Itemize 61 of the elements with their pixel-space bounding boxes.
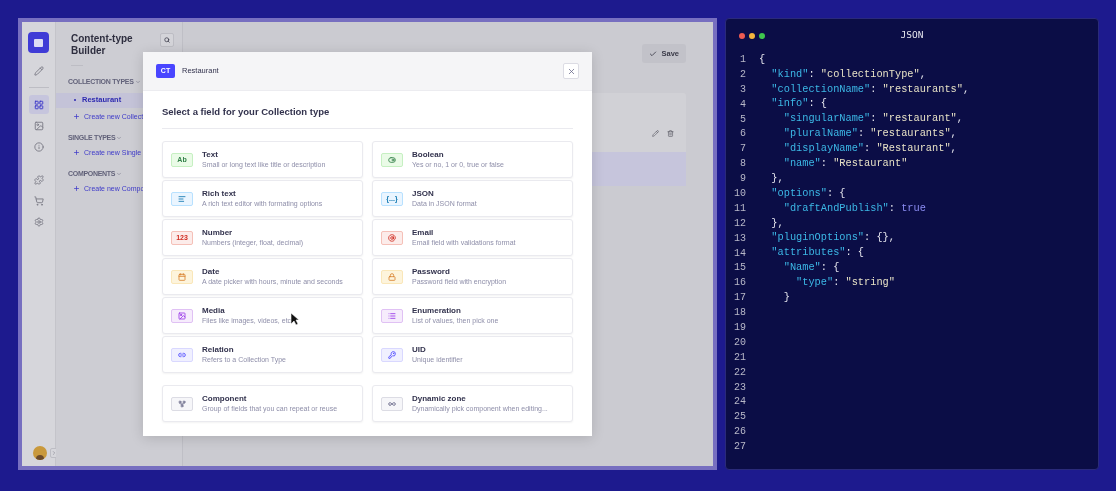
line-number: 19: [733, 321, 746, 335]
line-number: 15: [733, 261, 746, 276]
field-type-title: Text: [202, 149, 219, 160]
line-number: 8: [739, 157, 746, 172]
field-type-title: UID: [412, 344, 427, 355]
line-number: 14: [733, 246, 746, 261]
field-type-title: Email: [412, 227, 435, 238]
code-line: {: [759, 51, 766, 67]
line-number: 26: [733, 425, 746, 440]
field-type-title: Boolean: [412, 149, 445, 160]
field-type-title: Dynamic zone: [412, 393, 467, 404]
field-type-title: Date: [202, 266, 221, 277]
field-type-title: Component: [202, 393, 248, 404]
code-line: "name": "Restaurant": [782, 155, 908, 171]
code-line: "Name": {: [782, 260, 840, 276]
field-type-title: Rich text: [202, 188, 237, 199]
code-line: }: [782, 290, 790, 305]
field-type-title: Enumeration: [412, 305, 462, 316]
line-number: 10: [733, 186, 746, 201]
code-line: "options": {: [770, 185, 846, 201]
line-number: 6: [739, 127, 746, 142]
line-number: 20: [733, 335, 746, 350]
line-number: 1: [739, 52, 746, 67]
panel-title: JSON: [900, 28, 924, 43]
code-line: "kind": "collectionType",: [770, 66, 926, 82]
line-number: 2: [739, 67, 746, 82]
line-number: 24: [733, 395, 746, 410]
line-number: 13: [733, 231, 746, 246]
code-line: "pluralName": "restaurants",: [782, 126, 957, 142]
code-line: "pluginOptions": {},: [770, 230, 895, 246]
line-number: 7: [739, 142, 746, 157]
code-line: "displayName": "Restaurant",: [782, 141, 957, 157]
sidebar-title: Content-type Builder: [71, 33, 134, 57]
line-number: 25: [733, 410, 746, 425]
field-type-title: JSON: [412, 188, 435, 199]
line-number: 12: [733, 216, 746, 231]
code-line: "collectionName": "restaurants",: [770, 81, 970, 97]
line-number: 22: [733, 365, 746, 380]
code-line: "info": {: [770, 96, 827, 112]
line-number: 11: [733, 201, 746, 216]
code-line: "type": "string": [795, 275, 895, 291]
line-number: 17: [733, 291, 746, 306]
field-type-title: Password: [412, 266, 451, 277]
line-number: 27: [733, 440, 746, 455]
line-number: 18: [733, 306, 746, 321]
code-line: "attributes": {: [770, 245, 865, 261]
line-number: 9: [739, 172, 746, 187]
line-number: 21: [733, 350, 746, 365]
line-number: 3: [739, 82, 746, 97]
line-number: 23: [733, 380, 746, 395]
code-line: },: [770, 170, 784, 186]
field-type-title: Relation: [202, 344, 235, 355]
line-number: 16: [733, 276, 746, 291]
line-number: 4: [739, 97, 746, 112]
line-number: 5: [739, 112, 746, 127]
code-line: "draftAndPublish": true: [782, 200, 926, 216]
field-type-title: Media: [202, 305, 226, 316]
code-line: },: [770, 215, 784, 231]
code-line: "singularName": "restaurant",: [782, 111, 963, 127]
field-type-title: Number: [202, 227, 234, 238]
modal-heading: Select a field for your Collection type: [162, 105, 331, 119]
